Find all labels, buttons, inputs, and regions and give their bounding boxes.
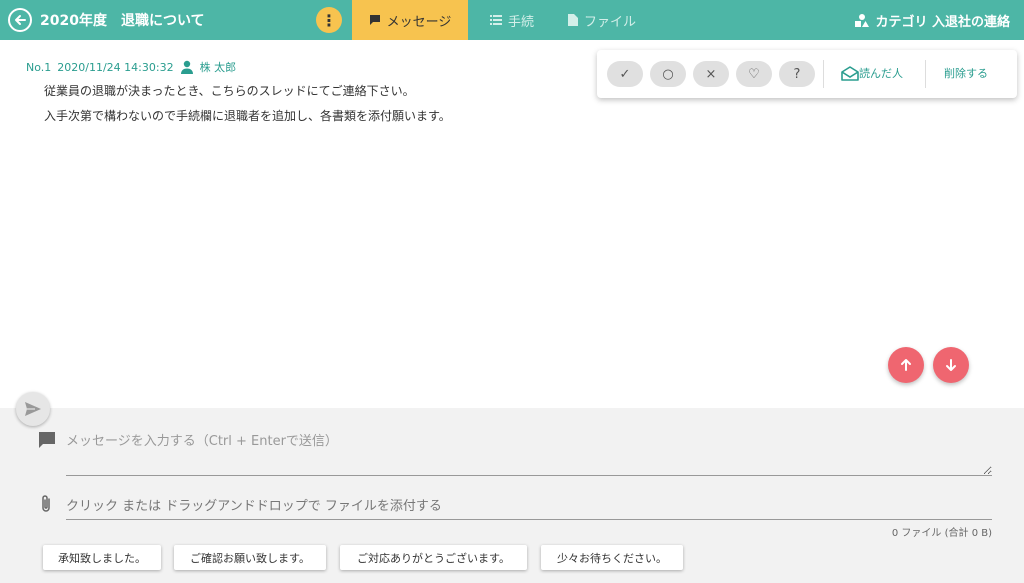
message-body-line: 入手次第で構わないので手続欄に退職者を追加し、各書類を添付願います。 (44, 109, 451, 123)
tab-message[interactable]: メッセージ (352, 0, 468, 40)
category-label: カテゴリ 入退社の連絡 (855, 11, 1010, 30)
scroll-up-button[interactable] (888, 347, 924, 383)
arrow-up-icon (901, 359, 911, 371)
tab-files[interactable]: ファイル (568, 0, 636, 40)
reaction-heart-button[interactable]: ♡ (736, 61, 772, 87)
person-icon (180, 60, 193, 74)
reaction-circle-button[interactable]: ○ (650, 61, 686, 87)
more-vertical-icon: ⋮ (321, 10, 337, 30)
reaction-cross-button[interactable]: × (693, 61, 729, 87)
message-body-line: 従業員の退職が決まったとき、こちらのスレッドにてご連絡下さい。 (44, 84, 415, 98)
paperclip-icon (42, 495, 50, 512)
message-meta: No.1 2020/11/24 14:30:32 株 太郎 (26, 59, 242, 75)
tab-procedure[interactable]: 手続 (490, 0, 534, 40)
chat-icon (39, 432, 55, 448)
message-author: 株 太郎 (199, 61, 237, 74)
popup-divider (925, 60, 926, 88)
readers-button[interactable]: 読んだ人 (841, 65, 903, 81)
category-text: カテゴリ 入退社の連絡 (875, 15, 1010, 30)
send-button[interactable] (16, 392, 50, 426)
quick-reply-button[interactable]: ご確認お願い致します。 (174, 545, 326, 570)
message-number: No.1 (26, 60, 52, 74)
shapes-icon (855, 14, 870, 27)
message-action-popup: ✓ ○ × ♡ ? 読んだ人 削除する (597, 50, 1017, 98)
popup-divider (823, 60, 824, 88)
file-count: 0 ファイル (合計 0 B) (891, 528, 992, 539)
list-icon (490, 14, 502, 26)
quick-reply-button[interactable]: 承知致しました。 (43, 545, 161, 570)
send-icon (25, 402, 41, 416)
app-header: 2020年度 退職について ⋮ メッセージ 手続 ファイル カテゴリ 入退社の連… (0, 0, 1024, 40)
envelope-open-icon (841, 65, 859, 81)
thread-menu-button[interactable]: ⋮ (316, 7, 342, 33)
tab-message-label: メッセージ (386, 14, 452, 30)
thread-title: 2020年度 退職について (40, 13, 205, 29)
reaction-check-button[interactable]: ✓ (607, 61, 643, 87)
readers-label: 読んだ人 (859, 67, 903, 80)
file-drop-zone[interactable]: クリック または ドラッグアンドドロップで ファイルを添付する (66, 490, 992, 520)
file-icon (568, 14, 578, 26)
scroll-down-button[interactable] (933, 347, 969, 383)
tab-files-label: ファイル (584, 14, 637, 30)
message-input[interactable] (66, 426, 992, 476)
quick-reply-button[interactable]: 少々お待ちください。 (541, 545, 683, 570)
tab-procedure-label: 手続 (508, 14, 535, 30)
chat-bubble-icon (369, 14, 381, 26)
quick-reply-button[interactable]: ご対応ありがとうございます。 (340, 545, 527, 570)
back-button[interactable] (8, 8, 32, 32)
message-timestamp: 2020/11/24 14:30:32 (57, 60, 174, 74)
arrow-down-icon (946, 359, 956, 371)
message-list: No.1 2020/11/24 14:30:32 株 太郎 従業員の退職が決まっ… (0, 44, 1024, 408)
reaction-question-button[interactable]: ? (779, 61, 815, 87)
delete-button[interactable]: 削除する (944, 65, 988, 81)
arrow-left-icon (15, 15, 26, 25)
